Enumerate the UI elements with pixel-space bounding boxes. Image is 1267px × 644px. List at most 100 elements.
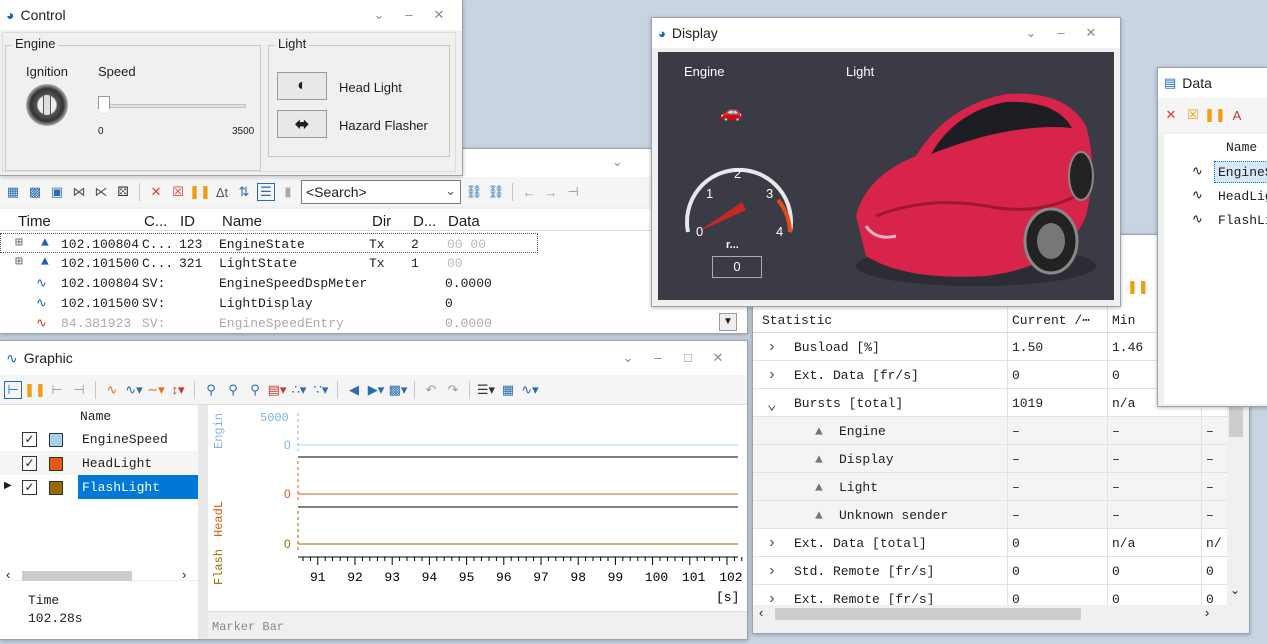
maximize-icon[interactable]: □	[673, 350, 703, 366]
scale-icon[interactable]: ∴▾	[290, 381, 308, 399]
expand-icon[interactable]: ›	[767, 338, 777, 356]
table-row[interactable]: ▲ Light – – –	[753, 473, 1227, 501]
table-row[interactable]: ▲ Engine – – –	[753, 417, 1227, 445]
table-row[interactable]: › Ext. Data [total] 0 n/a n/	[753, 529, 1227, 557]
scroll-right-icon[interactable]: ›	[182, 567, 186, 582]
cursor-icon[interactable]: ⊢	[4, 380, 22, 399]
list-item[interactable]: ✓ HeadLight	[0, 451, 198, 475]
zoom-out-icon[interactable]: ⚲	[202, 381, 220, 399]
chevron-down-icon[interactable]: ⌄	[613, 350, 643, 366]
checkbox[interactable]: ✓	[22, 480, 37, 495]
arrow-right-icon[interactable]: →	[542, 183, 560, 201]
redo-icon[interactable]: ↷	[444, 381, 462, 399]
head-light-button[interactable]: ◐	[277, 72, 327, 100]
scroll-left-icon[interactable]: ‹	[6, 567, 10, 582]
prev-icon[interactable]: ◀	[345, 381, 363, 399]
close-icon[interactable]: ✕	[703, 350, 733, 366]
list-item[interactable]: ∿ FlashLi	[1164, 208, 1267, 232]
minimize-icon[interactable]: –	[394, 7, 424, 23]
fit-icon[interactable]: ▤▾	[268, 381, 287, 399]
pin-icon[interactable]: ▲	[41, 254, 49, 269]
chevron-down-icon[interactable]: ⌄	[445, 183, 456, 199]
comment-icon[interactable]: ☰	[257, 183, 275, 201]
table-row[interactable]: ⊞ ▲ 102.100804 C... 123 EngineState Tx 2…	[0, 233, 538, 253]
table-row[interactable]: › Busload [%] 1.50 1.46	[753, 333, 1227, 361]
table-row[interactable]: › Ext. Data [fr/s] 0 0	[753, 361, 1227, 389]
zoom-fit-icon[interactable]: ⚲	[246, 381, 264, 399]
search-box[interactable]: <Search> ⌄	[301, 180, 461, 204]
slider-thumb[interactable]	[98, 96, 110, 114]
pin-icon[interactable]: ▲	[41, 235, 49, 250]
table-row[interactable]: ⊞ ▲ 102.101500 C... 321 LightState Tx 1 …	[0, 253, 560, 273]
close-icon[interactable]: ✕	[1076, 25, 1106, 41]
list-item[interactable]: ▶ ✓ FlashLight	[0, 475, 198, 499]
delete-icon[interactable]: ✕	[1162, 106, 1180, 124]
color-swatch[interactable]	[49, 433, 63, 447]
table-row[interactable]: › Std. Remote [fr/s] 0 0 0	[753, 557, 1227, 585]
table-row[interactable]: ∿ 102.100804 SV: EngineSpeedDspMeter 0.0…	[0, 273, 560, 293]
color-swatch[interactable]	[49, 481, 63, 495]
text-icon[interactable]: A	[1228, 106, 1246, 124]
expand-icon[interactable]: ›	[767, 534, 777, 552]
export-icon[interactable]: ▣	[48, 183, 66, 201]
scroll-left-icon[interactable]: ‹	[759, 605, 763, 620]
chart-icon[interactable]: ▩	[26, 183, 44, 201]
measure2-icon[interactable]: ⊣	[70, 381, 88, 399]
chevron-down-icon[interactable]: ⌄	[364, 7, 394, 23]
list-item[interactable]: ∿ EngineS	[1164, 160, 1267, 184]
expand-icon[interactable]: ⊞	[15, 235, 23, 250]
layout-icon[interactable]: ▩▾	[389, 381, 408, 399]
hazard-flasher-button[interactable]: ⬌	[277, 110, 327, 138]
ignition-switch[interactable]	[26, 84, 68, 126]
next-icon[interactable]: ▶▾	[367, 381, 385, 399]
checkbox[interactable]: ✓	[22, 456, 37, 471]
expand-icon[interactable]: ⌄	[767, 394, 777, 414]
arrow-left-icon[interactable]: ←	[520, 183, 538, 201]
col-channel[interactable]: C...	[144, 213, 167, 230]
pause-icon[interactable]: ❚❚	[1204, 106, 1226, 124]
horizontal-scrollbar[interactable]: ‹ ›	[753, 605, 1227, 623]
axis-icon[interactable]: ↕▾	[169, 381, 187, 399]
sort-icon[interactable]: ⇅	[235, 183, 253, 201]
chevron-down-icon[interactable]: ⌄	[1016, 25, 1046, 41]
scroll-down-icon[interactable]: ⌄	[1230, 583, 1240, 597]
expand-icon[interactable]: ›	[767, 366, 777, 384]
table-row[interactable]: ⌄ Bursts [total] 1019 n/a	[753, 389, 1227, 417]
col-dir[interactable]: Dir	[372, 213, 391, 230]
expand-icon[interactable]: ⊞	[15, 254, 23, 269]
filter-icon[interactable]: ▦	[4, 183, 22, 201]
col-data[interactable]: Data	[448, 213, 480, 230]
splitter[interactable]	[198, 405, 208, 639]
find-prev-icon[interactable]: ⛓	[465, 183, 483, 201]
minimize-icon[interactable]: –	[643, 350, 673, 366]
marker-icon[interactable]: ⊣	[564, 183, 582, 201]
scroll-down-button[interactable]: ▼	[719, 313, 737, 331]
color-swatch[interactable]	[49, 457, 63, 471]
measure-icon[interactable]: ⊢	[48, 381, 66, 399]
minimize-icon[interactable]: ⌄	[612, 154, 623, 170]
filter-group-icon[interactable]: ⋈	[70, 183, 88, 201]
list-item[interactable]: ✓ EngineSpeed	[0, 427, 198, 451]
overview-icon[interactable]: ▦	[499, 381, 517, 399]
step-icon[interactable]: ∵▾	[312, 381, 330, 399]
minimize-icon[interactable]: –	[1046, 25, 1076, 41]
table-row[interactable]: ▲ Unknown sender – – –	[753, 501, 1227, 529]
undo-icon[interactable]: ↶	[422, 381, 440, 399]
multi-icon[interactable]: ☰▾	[477, 381, 495, 399]
col-name[interactable]: Name	[222, 213, 262, 230]
table-row[interactable]: ∿ 84.381923 SV: EngineSpeedEntry 0.0000	[0, 313, 560, 333]
clear-icon[interactable]: ☒	[1184, 106, 1202, 124]
clear-icon[interactable]: ☒	[169, 183, 187, 201]
signal-layout-icon[interactable]: ∿	[103, 381, 121, 399]
columns-icon[interactable]: ▮	[279, 183, 297, 201]
speed-slider[interactable]	[98, 96, 248, 116]
table-row[interactable]: ▲ Display – – –	[753, 445, 1227, 473]
search-input[interactable]: <Search>	[306, 184, 367, 200]
col-dlc[interactable]: D...	[413, 213, 436, 230]
options-icon[interactable]: ∿▾	[521, 381, 539, 399]
delta-time-icon[interactable]: Δt	[213, 183, 231, 201]
pause-icon[interactable]: ❚❚	[24, 381, 46, 399]
pause-icon[interactable]: ❚❚	[189, 183, 211, 201]
pause-icon[interactable]: ❚❚	[1127, 279, 1149, 295]
col-statistic[interactable]: Statistic	[762, 313, 832, 328]
